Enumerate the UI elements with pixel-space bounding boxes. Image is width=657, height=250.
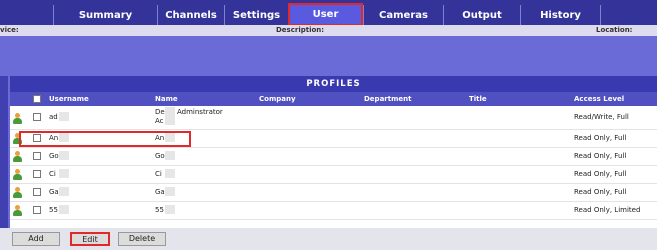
user-icon	[13, 205, 22, 216]
cell-username: Ci	[49, 170, 56, 178]
redacted-mark	[59, 187, 69, 196]
description-label: Description:	[276, 26, 325, 34]
cell-username: Ga	[49, 188, 59, 196]
column-access-level: Access Level	[574, 95, 625, 103]
tab-output[interactable]: Output	[443, 5, 520, 25]
action-bar: Add Edit Delete	[0, 228, 657, 250]
location-label: Location:	[596, 26, 633, 34]
redacted-mark	[165, 116, 175, 125]
cell-username: ad	[49, 113, 58, 121]
redacted-mark	[165, 187, 175, 196]
left-strip	[0, 76, 8, 228]
device-info-bar: vice: Description: Location:	[0, 25, 657, 36]
add-button[interactable]: Add	[12, 232, 60, 246]
redacted-mark	[59, 151, 69, 160]
cell-username: Go	[49, 152, 59, 160]
table-row[interactable]: 55 55 Read Only, Limited	[10, 201, 657, 220]
user-icon	[13, 169, 22, 180]
table-row[interactable]: ad De Adminstrator Ac Read/Write, Full	[10, 106, 657, 130]
profiles-panel: PROFILES Username Name Company Departmen…	[10, 76, 657, 228]
select-all-checkbox[interactable]	[33, 95, 41, 103]
delete-button[interactable]: Delete	[118, 232, 166, 246]
table-row[interactable]: Ci Ci Read Only, Full	[10, 165, 657, 184]
tab-summary[interactable]: Summary	[53, 5, 157, 25]
tab-blank	[600, 5, 657, 25]
column-username: Username	[49, 95, 89, 103]
cell-access-level: Read Only, Full	[574, 170, 627, 178]
column-name: Name	[155, 95, 178, 103]
cell-username: 55	[49, 206, 58, 214]
redacted-mark	[165, 169, 175, 178]
row-checkbox[interactable]	[33, 170, 41, 178]
user-icon	[13, 151, 22, 162]
cell-name: Ci	[155, 170, 162, 178]
cell-name: 55	[155, 206, 164, 214]
cell-name-rest: Adminstrator	[177, 108, 223, 116]
column-department: Department	[364, 95, 412, 103]
cell-name: Ga	[155, 188, 165, 196]
tab-history[interactable]: History	[520, 5, 600, 25]
cell-access-level: Read/Write, Full	[574, 113, 629, 121]
cell-access-level: Read Only, Full	[574, 188, 627, 196]
redacted-mark	[59, 205, 69, 214]
redacted-mark	[165, 107, 175, 116]
user-icon	[13, 113, 22, 124]
row-checkbox[interactable]	[33, 206, 41, 214]
row-checkbox[interactable]	[33, 188, 41, 196]
column-company: Company	[259, 95, 296, 103]
tab-settings[interactable]: Settings	[224, 5, 288, 25]
column-title: Title	[469, 95, 487, 103]
tab-cameras[interactable]: Cameras	[363, 5, 443, 25]
user-icon	[13, 187, 22, 198]
cell-access-level: Read Only, Full	[574, 152, 627, 160]
row-checkbox[interactable]	[33, 113, 41, 121]
redacted-mark	[165, 151, 175, 160]
tab-user-profiles[interactable]: User Profiles	[288, 3, 363, 40]
table-row[interactable]: Go Go Read Only, Full	[10, 147, 657, 166]
redacted-mark	[59, 112, 69, 121]
cell-name-line2: Ac	[155, 117, 164, 125]
row-checkbox[interactable]	[33, 152, 41, 160]
selected-row-highlight	[19, 131, 191, 147]
tab-channels[interactable]: Channels	[157, 5, 224, 25]
cell-name: De	[155, 108, 165, 116]
info-value-area	[0, 36, 657, 78]
panel-title: PROFILES	[10, 76, 657, 92]
cell-access-level: Read Only, Full	[574, 134, 627, 142]
redacted-mark	[165, 205, 175, 214]
top-nav-bar: Summary Channels Settings User Profiles …	[0, 0, 657, 40]
table-header: Username Name Company Department Title A…	[10, 92, 657, 106]
device-label: vice:	[0, 26, 19, 34]
table-row[interactable]: Ga Ga Read Only, Full	[10, 183, 657, 202]
cell-access-level: Read Only, Limited	[574, 206, 641, 214]
redacted-mark	[59, 169, 69, 178]
edit-button[interactable]: Edit	[70, 232, 110, 246]
cell-name: Go	[155, 152, 165, 160]
